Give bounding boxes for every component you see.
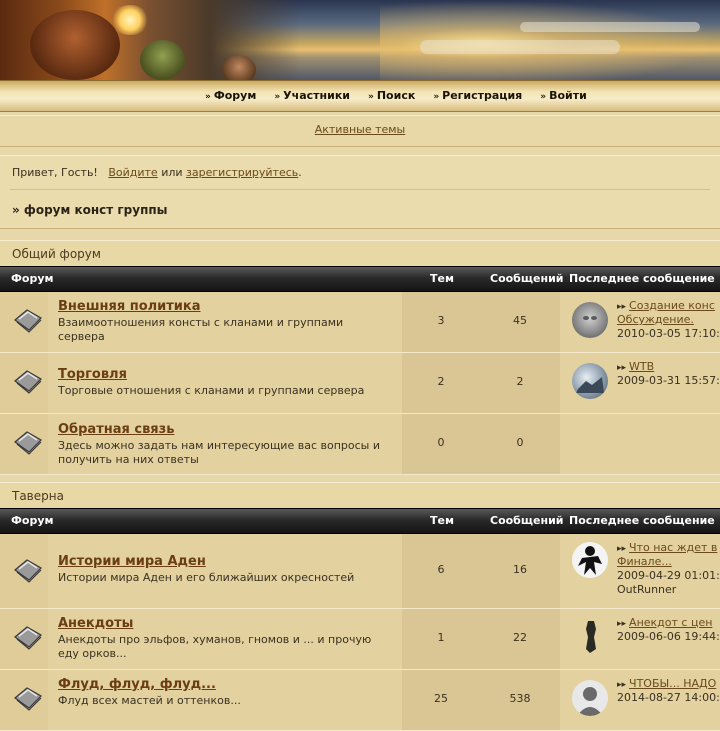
- topics-count: 0: [437, 436, 445, 449]
- nav-members[interactable]: » Участники: [274, 89, 350, 102]
- user-avatar[interactable]: [572, 619, 608, 655]
- col-posts: Сообщений: [490, 272, 564, 285]
- forum-title-link[interactable]: Истории мира Аден: [58, 554, 206, 569]
- posts-count: 22: [513, 631, 527, 644]
- last-post-link[interactable]: Создание конс: [629, 299, 715, 312]
- go-to-post-icon[interactable]: ▸▸: [617, 680, 626, 690]
- forum-row: Обратная связь Здесь можно задать нам ин…: [0, 414, 720, 475]
- last-post-link[interactable]: ЧТОБЫ... НАДО: [629, 677, 716, 690]
- forum-title-link[interactable]: Обратная связь: [58, 422, 174, 437]
- forum-row: Истории мира Аден Истории мира Аден и ег…: [0, 534, 720, 609]
- last-post-link-cont[interactable]: Обсуждение.: [617, 313, 694, 326]
- forum-row: Торговля Торговые отношения с кланами и …: [0, 353, 720, 414]
- col-last-post: Последнее сообщение: [569, 272, 715, 285]
- main-nav: » Форум » Участники » Поиск » Регистрация » В…: [0, 80, 720, 112]
- forum-description: Флуд всех мастей и оттенков...: [58, 694, 241, 707]
- table-header: Форум Тем Сообщений Последнее сообщение: [0, 266, 720, 292]
- forum-table: Форум Тем Сообщений Последнее сообщение …: [0, 266, 720, 475]
- last-post-author[interactable]: OutRunner: [617, 583, 676, 596]
- last-post-date: 2009-03-31 15:57:: [617, 374, 720, 387]
- go-to-post-icon[interactable]: ▸▸: [617, 363, 626, 373]
- active-topics-bar: Активные темы: [0, 115, 720, 147]
- category-title: Таверна: [0, 482, 720, 508]
- greeting-or: или: [161, 166, 183, 179]
- greeting-line: Привет, Гость! Войдите или зарегистрируй…: [12, 166, 302, 179]
- user-avatar[interactable]: [572, 302, 608, 338]
- forum-folder-icon: [14, 431, 42, 455]
- double-chevron-icon: »: [540, 92, 547, 102]
- forum-row: Анекдоты Анекдоты про эльфов, хуманов, г…: [0, 609, 720, 670]
- user-avatar[interactable]: [572, 680, 608, 716]
- register-link[interactable]: зарегистрируйтесь: [186, 166, 298, 179]
- site-banner: [0, 0, 720, 80]
- topics-count: 25: [434, 692, 448, 705]
- nav-forum[interactable]: » Форум: [205, 89, 256, 102]
- user-avatar[interactable]: [572, 542, 608, 578]
- topics-count: 1: [437, 631, 445, 644]
- login-link[interactable]: Войдите: [108, 166, 157, 179]
- topics-count: 6: [437, 563, 445, 576]
- forum-title-link[interactable]: Торговля: [58, 367, 127, 382]
- col-topics: Тем: [430, 514, 454, 527]
- go-to-post-icon[interactable]: ▸▸: [617, 544, 626, 554]
- col-forum: Форум: [11, 272, 54, 285]
- double-chevron-icon: »: [274, 92, 281, 102]
- forum-description: Истории мира Аден и его ближайших окресн…: [58, 571, 355, 584]
- last-post-link[interactable]: Что нас ждет в: [629, 541, 717, 554]
- last-post-link-cont[interactable]: Финале...: [617, 555, 672, 568]
- user-avatar[interactable]: [572, 363, 608, 399]
- forum-folder-icon: [14, 687, 42, 711]
- double-chevron-icon: »: [368, 92, 374, 102]
- forum-table: Форум Тем Сообщений Последнее сообщение …: [0, 508, 720, 731]
- table-header: Форум Тем Сообщений Последнее сообщение: [0, 508, 720, 534]
- last-post-date: 2009-06-06 19:44:: [617, 630, 720, 643]
- forum-folder-icon: [14, 309, 42, 333]
- topics-count: 3: [437, 314, 445, 327]
- forum-description: Здесь можно задать нам интересующие вас …: [58, 439, 380, 466]
- posts-count: 2: [516, 375, 524, 388]
- topics-count: 2: [437, 375, 445, 388]
- forum-title-link[interactable]: Анекдоты: [58, 616, 133, 631]
- posts-count: 45: [513, 314, 527, 327]
- last-post-date: 2009-04-29 01:01:: [617, 569, 720, 582]
- posts-count: 538: [509, 692, 531, 705]
- forum-folder-icon: [14, 370, 42, 394]
- go-to-post-icon[interactable]: ▸▸: [617, 302, 626, 312]
- col-forum: Форум: [11, 514, 54, 527]
- go-to-post-icon[interactable]: ▸▸: [617, 619, 626, 629]
- posts-count: 16: [513, 563, 527, 576]
- forum-description: Анекдоты про эльфов, хуманов, гномов и .…: [58, 633, 372, 660]
- col-topics: Тем: [430, 272, 454, 285]
- active-topics-link[interactable]: Активные темы: [315, 123, 406, 136]
- forum-folder-icon: [14, 559, 42, 583]
- col-last-post: Последнее сообщение: [569, 514, 715, 527]
- forum-description: Торговые отношения с кланами и группами …: [58, 384, 365, 397]
- last-post-date: 2014-08-27 14:00:: [617, 691, 720, 704]
- forum-row: Флуд, флуд, флуд... Флуд всех мастей и о…: [0, 670, 720, 731]
- forum-description: Взаимоотношения консты с кланами и групп…: [58, 316, 344, 343]
- nav-search[interactable]: » Поиск: [368, 89, 415, 102]
- last-post-link[interactable]: WTB: [629, 360, 654, 373]
- nav-register[interactable]: » Регистрация: [433, 89, 522, 102]
- breadcrumb[interactable]: » форум конст группы: [12, 203, 168, 217]
- forum-title-link[interactable]: Флуд, флуд, флуд...: [58, 677, 216, 692]
- forum-row: Внешняя политика Взаимоотношения консты …: [0, 292, 720, 353]
- double-chevron-icon: »: [433, 92, 440, 102]
- welcome-panel: Привет, Гость! Войдите или зарегистрируй…: [0, 155, 720, 229]
- forum-folder-icon: [14, 626, 42, 650]
- double-chevron-icon: »: [205, 92, 211, 102]
- last-post-date: 2010-03-05 17:10:: [617, 327, 720, 340]
- posts-count: 0: [516, 436, 524, 449]
- category-title: Общий форум: [0, 240, 720, 266]
- greeting-text: Привет, Гость!: [12, 166, 98, 179]
- last-post-link[interactable]: Анекдот с цен: [629, 616, 712, 629]
- divider: [10, 189, 710, 190]
- nav-login[interactable]: » Войти: [540, 89, 587, 102]
- forum-title-link[interactable]: Внешняя политика: [58, 299, 201, 314]
- col-posts: Сообщений: [490, 514, 564, 527]
